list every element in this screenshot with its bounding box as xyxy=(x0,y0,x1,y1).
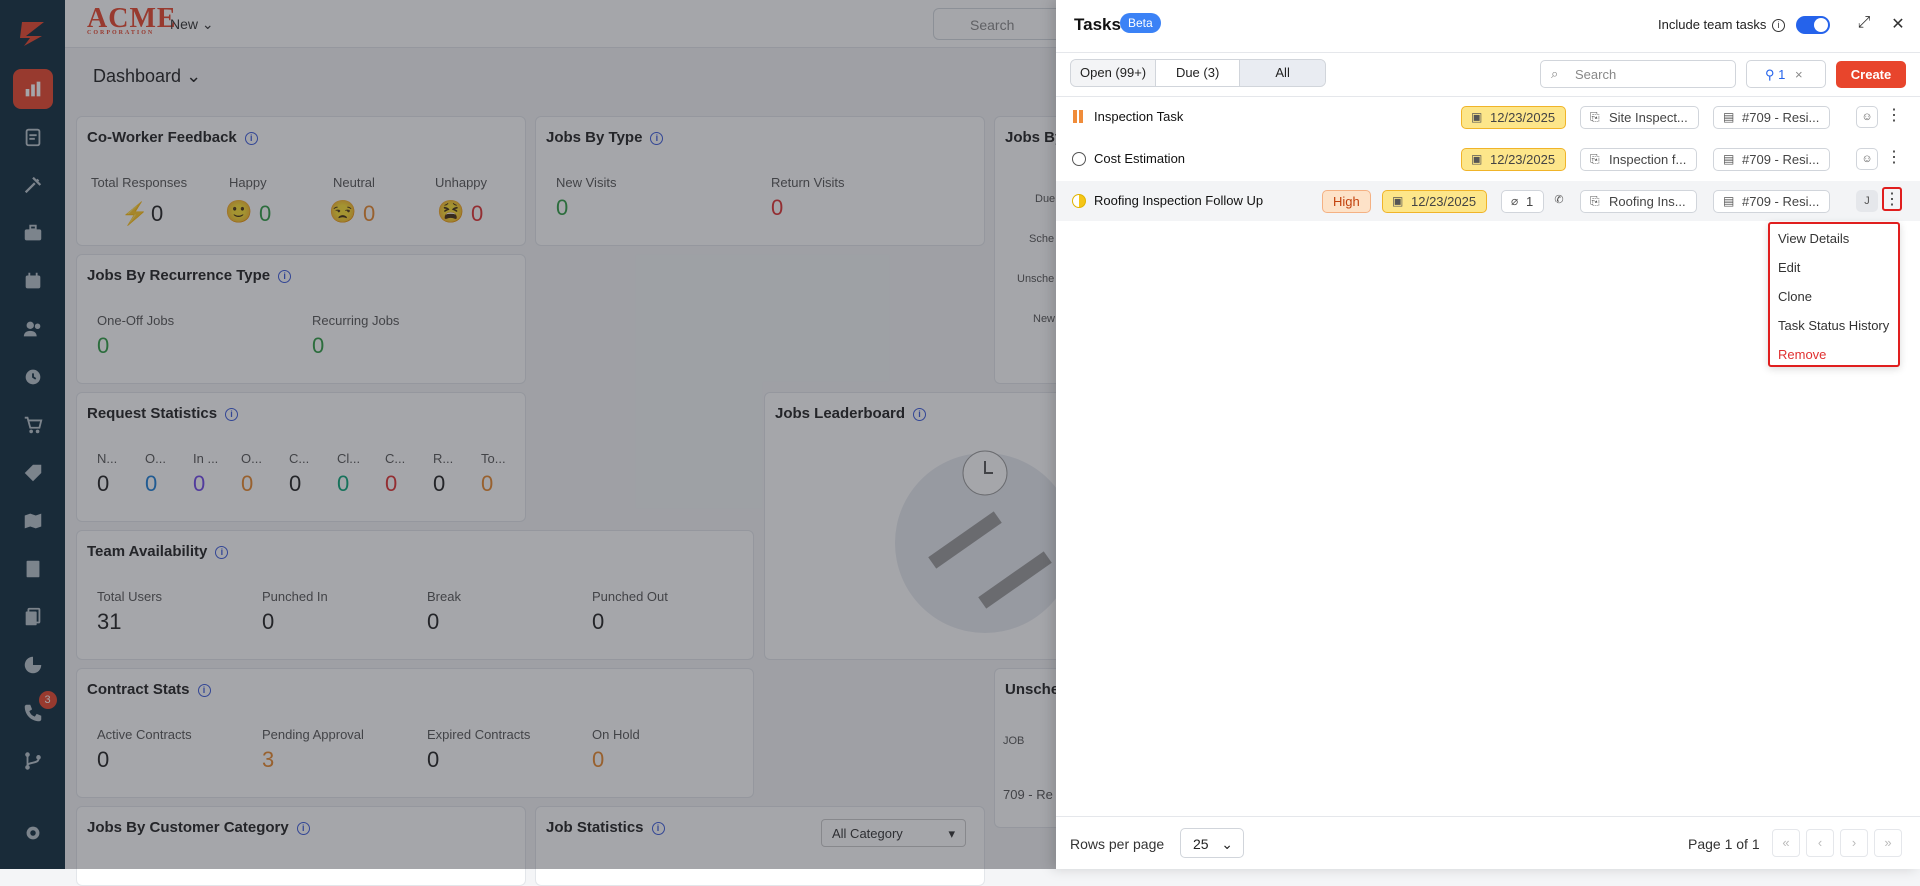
related-chip[interactable]: ⎘ Roofing Ins... xyxy=(1580,190,1697,213)
menu-item-status-history[interactable]: Task Status History xyxy=(1770,311,1898,340)
filter-icon: ⚲ xyxy=(1765,67,1775,82)
menu-item-edit[interactable]: Edit xyxy=(1770,253,1898,282)
assignee-icon[interactable]: ☺ xyxy=(1856,148,1878,170)
close-icon[interactable]: ✕ xyxy=(1888,14,1908,34)
assignee-avatar[interactable]: J xyxy=(1856,190,1878,212)
include-team-toggle[interactable] xyxy=(1796,16,1830,34)
menu-item-clone[interactable]: Clone xyxy=(1770,282,1898,311)
priority-badge: High xyxy=(1322,190,1371,213)
calendar-icon: ▣ xyxy=(1471,152,1483,166)
task-row[interactable]: Inspection Task ▣ 12/23/2025 ⎘ Site Inspec… xyxy=(1056,97,1920,137)
expand-icon[interactable]: ⤢ xyxy=(1854,14,1874,34)
briefcase-icon: ▤ xyxy=(1723,152,1735,166)
assignee-icon[interactable]: ☺ xyxy=(1856,106,1878,128)
next-page-icon[interactable]: › xyxy=(1840,829,1868,857)
beta-badge: Beta xyxy=(1120,13,1161,33)
related-chip[interactable]: ⎘ Inspection f... xyxy=(1580,148,1698,171)
task-name[interactable]: Cost Estimation xyxy=(1094,151,1185,166)
phone-icon[interactable]: ✆ xyxy=(1548,190,1570,212)
task-row[interactable]: Roofing Inspection Follow Up High ▣ 12/23… xyxy=(1056,181,1920,221)
row-menu-icon[interactable]: ⋮ xyxy=(1884,147,1904,171)
job-chip[interactable]: ▤ #709 - Resi... xyxy=(1713,106,1831,129)
document-search-icon: ⎘ xyxy=(1590,110,1600,124)
clear-filter-icon[interactable]: × xyxy=(1795,67,1803,82)
include-team-label: Include team tasks i xyxy=(1658,17,1786,32)
in-progress-status-icon xyxy=(1072,194,1086,208)
briefcase-icon: ▤ xyxy=(1723,194,1735,208)
task-tabs: Open (99+) Due (3) All xyxy=(1070,59,1327,87)
create-task-button[interactable]: Create xyxy=(1836,61,1906,88)
due-date-chip[interactable]: ▣ 12/23/2025 xyxy=(1461,106,1567,129)
chevron-down-icon: ⌄ xyxy=(1221,836,1233,852)
menu-item-view-details[interactable]: View Details xyxy=(1770,224,1898,253)
job-chip[interactable]: ▤ #709 - Resi... xyxy=(1713,190,1831,213)
tab-open[interactable]: Open (99+) xyxy=(1071,60,1157,86)
briefcase-icon: ▤ xyxy=(1723,110,1735,124)
info-icon[interactable]: i xyxy=(1772,19,1786,32)
row-context-menu: View Details Edit Clone Task Status Hist… xyxy=(1768,222,1900,367)
document-search-icon: ⎘ xyxy=(1590,194,1600,208)
job-chip[interactable]: ▤ #709 - Resi... xyxy=(1713,148,1831,171)
attachment-chip[interactable]: ⌀ 1 xyxy=(1501,190,1545,213)
divider xyxy=(1056,52,1920,53)
filter-button[interactable]: ⚲ 1 × xyxy=(1746,60,1826,88)
calendar-icon: ▣ xyxy=(1392,194,1404,208)
tab-all[interactable]: All xyxy=(1240,60,1326,86)
page-indicator: Page 1 of 1 xyxy=(1688,836,1760,852)
rows-per-page-select[interactable]: 25 ⌄ xyxy=(1180,828,1244,858)
row-menu-icon[interactable]: ⋮ xyxy=(1882,187,1902,211)
pause-status-icon xyxy=(1079,110,1083,123)
prev-page-icon[interactable]: ‹ xyxy=(1806,829,1834,857)
panel-title: Tasks xyxy=(1074,15,1121,34)
rows-per-page-label: Rows per page xyxy=(1070,836,1165,852)
document-search-icon: ⎘ xyxy=(1590,152,1600,166)
task-search-input[interactable]: ⌕ Search xyxy=(1540,60,1736,88)
panel-footer: Rows per page 25 ⌄ Page 1 of 1 « ‹ › » xyxy=(1056,816,1920,869)
task-name[interactable]: Inspection Task xyxy=(1094,109,1183,124)
first-page-icon[interactable]: « xyxy=(1772,829,1800,857)
row-menu-icon[interactable]: ⋮ xyxy=(1884,105,1904,129)
due-date-chip[interactable]: ▣ 12/23/2025 xyxy=(1461,148,1567,171)
calendar-icon: ▣ xyxy=(1471,110,1483,124)
menu-item-remove[interactable]: Remove xyxy=(1770,340,1898,369)
tasks-panel: Tasks Beta Include team tasks i ⤢ ✕ Open… xyxy=(1056,0,1920,869)
paperclip-icon: ⌀ xyxy=(1511,194,1519,208)
due-date-chip[interactable]: ▣ 12/23/2025 xyxy=(1382,190,1488,213)
search-icon: ⌕ xyxy=(1551,66,1559,81)
task-name[interactable]: Roofing Inspection Follow Up xyxy=(1094,193,1263,208)
task-row[interactable]: Cost Estimation ▣ 12/23/2025 ⎘ Inspection … xyxy=(1056,139,1920,179)
open-status-icon xyxy=(1072,152,1086,166)
tab-due[interactable]: Due (3) xyxy=(1156,60,1241,86)
last-page-icon[interactable]: » xyxy=(1874,829,1902,857)
related-chip[interactable]: ⎘ Site Inspect... xyxy=(1580,106,1699,129)
